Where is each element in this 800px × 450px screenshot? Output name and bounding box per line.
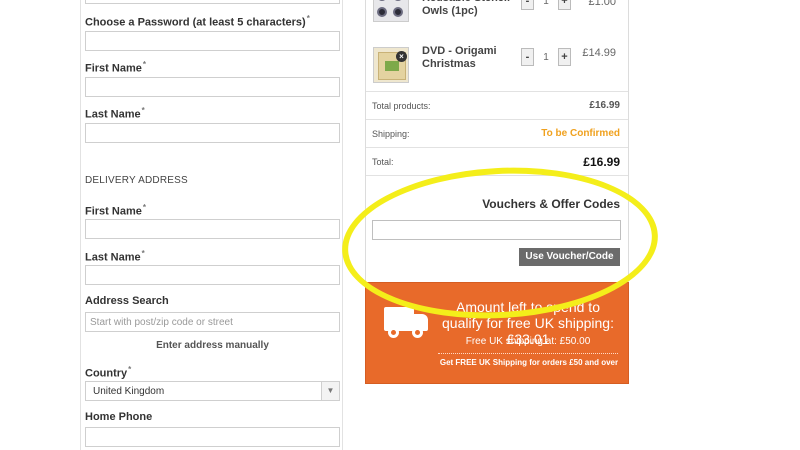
account-form: Choose a Password (at least 5 characters… (80, 0, 343, 450)
total-value: £16.99 (583, 155, 620, 169)
truck-wheel (412, 327, 423, 338)
voucher-heading: Vouchers & Offer Codes (482, 197, 620, 211)
divider (366, 175, 628, 176)
first-name-label: First Name* (85, 60, 146, 75)
cart-summary: Reusable Stencil - Owls (1pc) - 1 + £1.0… (365, 0, 629, 283)
total-products-label: Total products: (372, 101, 431, 111)
cart-item: Reusable Stencil - Owls (1pc) - 1 + £1.0… (366, 0, 628, 38)
password-label: Choose a Password (at least 5 characters… (85, 14, 310, 29)
chevron-down-icon[interactable]: ▼ (321, 382, 339, 400)
email-field[interactable] (85, 0, 340, 4)
delivery-address-heading: DELIVERY ADDRESS (85, 175, 188, 186)
delivery-first-name-label-text: First Name (85, 205, 142, 218)
total-label: Total: (372, 157, 394, 167)
free-shipping-footer: Get FREE UK Shipping for orders £50 and … (439, 358, 619, 367)
total-row: Total: £16.99 (366, 147, 628, 175)
first-name-label-text: First Name (85, 62, 142, 75)
free-shipping-banner: Amount left to spend to qualify for free… (365, 282, 629, 384)
total-products-value: £16.99 (589, 100, 620, 111)
shipping-status: To be Confirmed (541, 128, 620, 139)
cart-item-price: £1.00 (588, 0, 616, 8)
country-select-value: United Kingdom (93, 386, 165, 397)
shipping-row: Shipping: To be Confirmed (366, 119, 628, 147)
owl-icon (377, 0, 387, 1)
owl-icon (393, 7, 403, 17)
total-products-row: Total products: £16.99 (366, 91, 628, 119)
delivery-last-name-field[interactable] (85, 265, 340, 285)
home-phone-field[interactable] (85, 427, 340, 447)
password-label-text: Choose a Password (at least 5 characters… (85, 16, 306, 29)
qty-decrease-button[interactable]: - (521, 0, 534, 10)
last-name-field[interactable] (85, 123, 340, 143)
qty-increase-button[interactable]: + (558, 0, 571, 10)
home-phone-label: Home Phone (85, 411, 153, 423)
shipping-label: Shipping: (372, 129, 410, 139)
first-name-field[interactable] (85, 77, 340, 97)
cart-item-name[interactable]: Reusable Stencil - Owls (1pc) (422, 0, 522, 18)
qty-increase-button[interactable]: + (558, 48, 571, 66)
address-search-label: Address Search (85, 295, 169, 307)
password-field[interactable] (85, 31, 340, 51)
truck-body (384, 307, 414, 331)
truck-wheel (388, 327, 399, 338)
remove-item-icon[interactable]: × (396, 51, 407, 62)
delivery-last-name-label: Last Name* (85, 249, 145, 264)
qty-value: 1 (543, 52, 549, 63)
required-mark: * (128, 365, 132, 374)
country-label-text: Country (85, 367, 128, 380)
product-thumbnail[interactable] (373, 0, 409, 22)
qty-value: 1 (543, 0, 549, 7)
owl-icon (393, 0, 403, 1)
required-mark: * (306, 14, 310, 23)
country-select[interactable]: United Kingdom ▼ (85, 381, 340, 401)
owl-icon (377, 7, 387, 17)
required-mark: * (142, 60, 146, 69)
delivery-first-name-field[interactable] (85, 219, 340, 239)
cart-item-name[interactable]: DVD - Origami Christmas (422, 45, 522, 71)
required-mark: * (141, 106, 145, 115)
delivery-first-name-label: First Name* (85, 203, 146, 218)
required-mark: * (142, 203, 146, 212)
last-name-label: Last Name* (85, 106, 145, 121)
last-name-label-text: Last Name (85, 108, 141, 121)
cart-item: × DVD - Origami Christmas - 1 + £14.99 (366, 38, 628, 96)
use-voucher-button[interactable]: Use Voucher/Code (519, 248, 620, 266)
required-mark: * (141, 249, 145, 258)
address-search-input[interactable]: Start with post/zip code or street (85, 312, 340, 332)
cart-item-price: £14.99 (582, 47, 616, 59)
country-label: Country* (85, 365, 131, 380)
enter-address-manually-link[interactable]: Enter address manually (85, 340, 340, 351)
truck-icon (384, 303, 432, 343)
banner-divider (438, 353, 618, 354)
qty-decrease-button[interactable]: - (521, 48, 534, 66)
free-shipping-threshold: Free UK shipping at: £50.00 (465, 336, 591, 347)
voucher-code-input[interactable] (372, 220, 621, 240)
delivery-last-name-label-text: Last Name (85, 251, 141, 264)
